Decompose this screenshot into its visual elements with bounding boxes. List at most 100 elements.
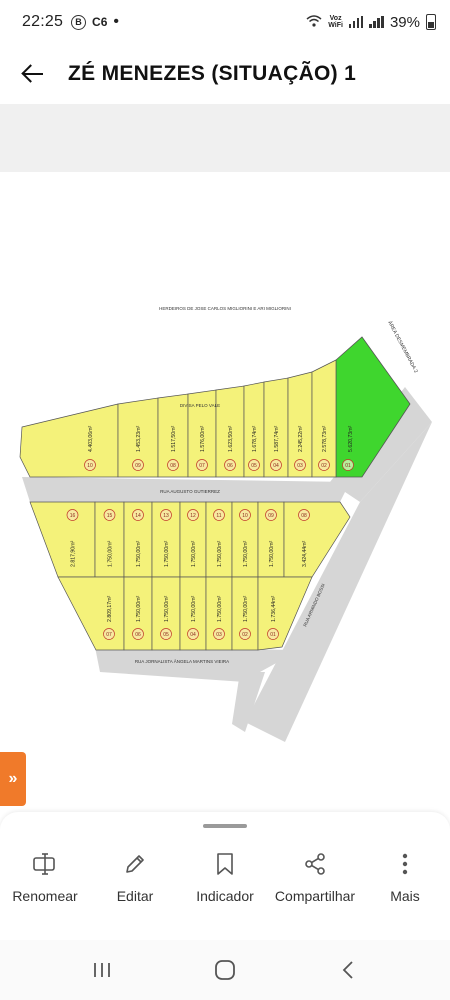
recent-apps-icon[interactable] [82,955,122,985]
back-icon[interactable] [328,955,368,985]
row3-lot-02: 02 1.750,00m² [231,576,259,651]
page-title: ZÉ MENEZES (SITUAÇÃO) 1 [68,62,357,85]
c6-app-icon: C6 [92,15,108,29]
more-label: Mais [390,888,420,904]
lot-area: 1.750,00m² [191,540,197,567]
row1-lot-02: 02 2.578,73m² [311,359,337,478]
status-right: Voz WiFi 39% [306,14,436,31]
voz-wifi-icon: Voz WiFi [328,15,343,29]
lot-area: 1.750,00m² [164,595,170,622]
lot-area: 1.750,00m² [217,540,223,567]
notification-icons: B C6 • [71,14,119,30]
lot-area: 1.517,50m² [171,425,177,452]
lot-number: 02 [321,463,327,469]
lot-area: 1.750,00m² [243,595,249,622]
lot-area: 1.750,00m² [136,595,142,622]
edit-label: Editar [116,888,154,904]
lot-number: 07 [106,632,112,638]
lot-area: 2.578,73m² [322,425,328,452]
lot-number: 02 [242,632,248,638]
lot-number: 09 [135,463,141,469]
row3-lot-04: 04 1.750,00m² [179,576,207,651]
bookmark-icon [211,850,239,878]
rename-button[interactable]: Renomear [0,850,90,905]
lot-area: 1.678,74m² [252,425,258,452]
row1-lot-06: 06 1.623,50m² [215,385,245,478]
lot-number: 03 [297,463,303,469]
action-bar: Renomear Editar Indicador Compartilhar M… [0,850,450,905]
lot-shape [19,403,119,478]
row3-lot-06: 06 1.750,00m² [123,576,153,651]
lot-number: 13 [163,513,169,519]
back-arrow-icon[interactable] [20,61,46,87]
more-vertical-icon [391,850,419,878]
bottom-sheet: Renomear Editar Indicador Compartilhar M… [0,812,450,940]
lot-number: 04 [190,632,196,638]
row2-lot-14: 14 1.750,00m² [123,501,153,578]
pencil-icon [121,850,149,878]
row1-lot-03: 03 2.245,22m² [287,371,313,478]
row1-lot-09: 09 1.453,23m² [117,397,159,478]
screen: 22:25 B C6 • Voz WiFi 39% ZÉ MENEZES (SIT… [0,0,450,1000]
home-icon[interactable] [205,955,245,985]
signal-2-icon [369,16,384,28]
row2-lot-12: 12 1.750,00m² [179,501,207,578]
lot-area: 1.750,00m² [136,540,142,567]
bookmark-label: Indicador [196,888,254,904]
drag-handle[interactable] [203,824,247,828]
status-time: 22:25 [22,13,64,30]
lot-number: 11 [216,513,221,519]
row3-lots: 07 2.809,17m² 06 1.750,00m² 05 1.750,00m² 04 1.… [57,576,313,651]
app-bar: ZÉ MENEZES (SITUAÇÃO) 1 [0,44,450,104]
status-bar: 22:25 B C6 • Voz WiFi 39% [0,0,450,44]
lot-area: 1.623,50m² [228,425,234,452]
lot-area: 1.453,23m² [136,425,142,452]
lot-area: 2.245,22m² [298,425,304,452]
lot-number: 09 [268,513,274,519]
lot-shape [29,501,96,578]
system-nav-bar [0,940,450,1000]
battery-icon [426,14,436,30]
lot-number: 15 [107,513,113,519]
lot-area: 1.750,00m² [243,540,249,567]
b-app-icon: B [71,14,87,30]
share-button[interactable]: Compartilhar [270,850,360,905]
lot-area: 1.576,00m² [200,425,206,452]
row2-lot-09: 09 1.750,00m² [257,501,285,578]
subdivision-plan: 10 4.403,06m² 09 1.453,23m² 08 1.517,50m² 07 1.… [19,306,432,742]
lot-number: 12 [190,513,196,519]
wifi-label: WiFi [328,22,343,29]
share-label: Compartilhar [274,888,356,904]
lot-area: 1.750,00m² [191,595,197,622]
row1-lot-05: 05 1.678,74m² [243,381,265,478]
double-chevron-right-icon[interactable]: » [0,752,26,806]
lot-number: 06 [227,463,233,469]
lot-number: 05 [163,632,169,638]
lot-area: 1.750,00m² [217,595,223,622]
street-angela-label: RUA JORNALISTA ÂNGELA MARTINS VIEIRA [135,658,229,664]
lot-area: 4.403,06m² [88,425,94,452]
lot-number: 14 [135,513,141,519]
lot-number: 01 [345,463,351,469]
toolbar-spacer [0,104,450,172]
lot-shape [57,576,125,651]
lot-area: 1.736,44m² [271,595,277,622]
bookmark-button[interactable]: Indicador [180,850,270,905]
row1-lot-10: 10 4.403,06m² [19,403,119,478]
street-augusto-label: RUA AUGUSTO GUTIERREZ [160,489,220,494]
row1-lot-04: 04 1.587,74m² [263,377,289,478]
row3-lot-05: 05 1.750,00m² [151,576,181,651]
row3-lot-03: 03 1.750,00m² [205,576,233,651]
row2-lot-15: 15 1.750,00m² [94,501,125,578]
voz-label: Voz [329,15,342,22]
lot-area: 2.817,90m² [71,540,77,567]
lot-number: 10 [87,463,93,469]
lot-area: 5.620,73m² [348,425,354,452]
document-viewer[interactable]: 10 4.403,06m² 09 1.453,23m² 08 1.517,50m² 07 1.… [0,172,450,812]
rename-label: Renomear [12,888,78,904]
edit-button[interactable]: Editar [90,850,180,905]
more-button[interactable]: Mais [360,850,450,905]
battery-percent: 39% [389,13,420,31]
row2-lot-16: 16 2.817,90m² [29,501,96,578]
share-icon [301,850,329,878]
